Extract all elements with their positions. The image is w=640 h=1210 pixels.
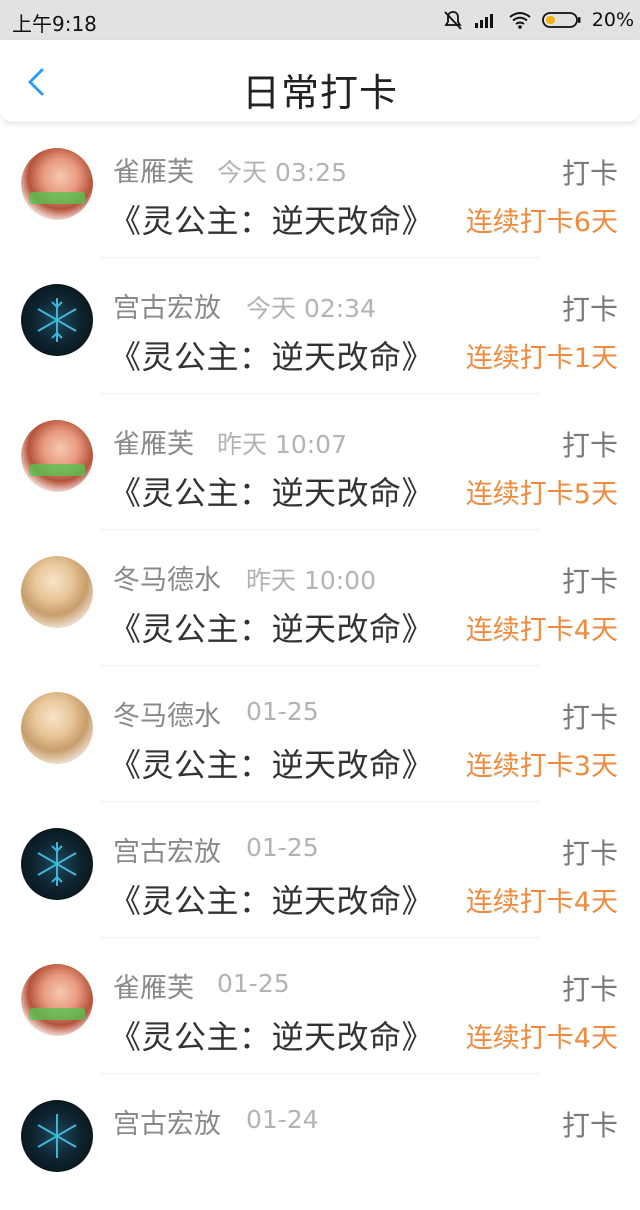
avatar[interactable] xyxy=(21,964,93,1036)
streak-count: 连续打卡4天 xyxy=(465,887,618,918)
streak-count: 连续打卡4天 xyxy=(465,1023,618,1054)
checkin-button[interactable]: 打卡 xyxy=(562,424,618,464)
user-name[interactable]: 冬马德水 xyxy=(113,558,221,597)
timestamp: 昨天 10:00 xyxy=(246,566,376,595)
avatar[interactable] xyxy=(21,828,93,900)
user-name[interactable]: 宫古宏放 xyxy=(113,1102,221,1141)
timestamp: 今天 03:25 xyxy=(217,158,347,187)
streak-count: 连续打卡6天 xyxy=(465,207,618,238)
mute-bell-icon xyxy=(442,9,464,31)
checkin-button[interactable]: 打卡 xyxy=(562,832,618,872)
user-name[interactable]: 雀雁芙 xyxy=(113,150,194,189)
list-item[interactable]: 冬马德水 01-25 《灵公主：逆天改命》 打卡 连续打卡3天 xyxy=(0,666,640,802)
signal-icon xyxy=(474,11,498,29)
timestamp: 昨天 10:07 xyxy=(217,430,347,459)
snowflake-icon xyxy=(37,1114,77,1158)
timestamp: 01-25 xyxy=(217,969,290,998)
book-title[interactable]: 《灵公主：逆天改命》 xyxy=(109,196,434,242)
list-item[interactable]: 宫古宏放 01-24 打卡 xyxy=(0,1074,640,1210)
book-title[interactable]: 《灵公主：逆天改命》 xyxy=(109,1012,434,1058)
streak-count: 连续打卡4天 xyxy=(465,615,618,646)
book-title[interactable]: 《灵公主：逆天改命》 xyxy=(109,604,434,650)
checkin-button[interactable]: 打卡 xyxy=(562,696,618,736)
timestamp: 01-25 xyxy=(246,697,319,726)
list-item[interactable]: 宫古宏放 今天 02:34 《灵公主：逆天改命》 打卡 连续打卡1天 xyxy=(0,258,640,394)
wifi-icon xyxy=(508,11,532,29)
book-title[interactable]: 《灵公主：逆天改命》 xyxy=(109,740,434,786)
timestamp: 今天 02:34 xyxy=(246,294,376,323)
page-title: 日常打卡 xyxy=(241,71,398,115)
checkin-button[interactable]: 打卡 xyxy=(562,288,618,328)
book-title[interactable]: 《灵公主：逆天改命》 xyxy=(109,468,434,514)
checkin-button[interactable]: 打卡 xyxy=(562,560,618,600)
book-title[interactable]: 《灵公主：逆天改命》 xyxy=(109,332,434,378)
list-item[interactable]: 冬马德水 昨天 10:00 《灵公主：逆天改命》 打卡 连续打卡4天 xyxy=(0,530,640,666)
list-item[interactable]: 雀雁芙 01-25 《灵公主：逆天改命》 打卡 连续打卡4天 xyxy=(0,938,640,1074)
snowflake-icon xyxy=(37,842,77,886)
checkin-button[interactable]: 打卡 xyxy=(562,968,618,1008)
user-name[interactable]: 宫古宏放 xyxy=(113,286,221,325)
timestamp: 01-25 xyxy=(246,833,319,862)
avatar[interactable] xyxy=(21,556,93,628)
battery-percent: 20% xyxy=(591,9,634,31)
streak-count: 连续打卡1天 xyxy=(465,343,618,374)
list-item[interactable]: 雀雁芙 今天 03:25 《灵公主：逆天改命》 打卡 连续打卡6天 xyxy=(0,122,640,258)
battery-icon xyxy=(541,11,582,29)
streak-count: 连续打卡5天 xyxy=(465,479,618,510)
avatar[interactable] xyxy=(21,692,93,764)
avatar[interactable] xyxy=(21,148,93,220)
list-item[interactable]: 雀雁芙 昨天 10:07 《灵公主：逆天改命》 打卡 连续打卡5天 xyxy=(0,394,640,530)
user-name[interactable]: 雀雁芙 xyxy=(113,422,194,461)
status-bar: 上午9:18 20% xyxy=(0,0,640,40)
avatar[interactable] xyxy=(21,1100,93,1172)
user-name[interactable]: 冬马德水 xyxy=(113,694,221,733)
status-icons: 20% xyxy=(442,0,634,40)
nav-bar: 日常打卡 xyxy=(0,40,640,123)
book-title[interactable]: 《灵公主：逆天改命》 xyxy=(109,876,434,922)
timestamp: 01-24 xyxy=(246,1105,319,1134)
avatar[interactable] xyxy=(21,284,93,356)
status-time: 上午9:18 xyxy=(12,12,97,36)
checkin-button[interactable]: 打卡 xyxy=(562,1104,618,1144)
list-item[interactable]: 宫古宏放 01-25 《灵公主：逆天改命》 打卡 连续打卡4天 xyxy=(0,802,640,938)
checkin-button[interactable]: 打卡 xyxy=(562,152,618,192)
snowflake-icon xyxy=(37,298,77,342)
checkin-list: 雀雁芙 今天 03:25 《灵公主：逆天改命》 打卡 连续打卡6天 宫古宏放 今… xyxy=(0,122,640,1210)
user-name[interactable]: 宫古宏放 xyxy=(113,830,221,869)
streak-count: 连续打卡3天 xyxy=(465,751,618,782)
avatar[interactable] xyxy=(21,420,93,492)
user-name[interactable]: 雀雁芙 xyxy=(113,966,194,1005)
